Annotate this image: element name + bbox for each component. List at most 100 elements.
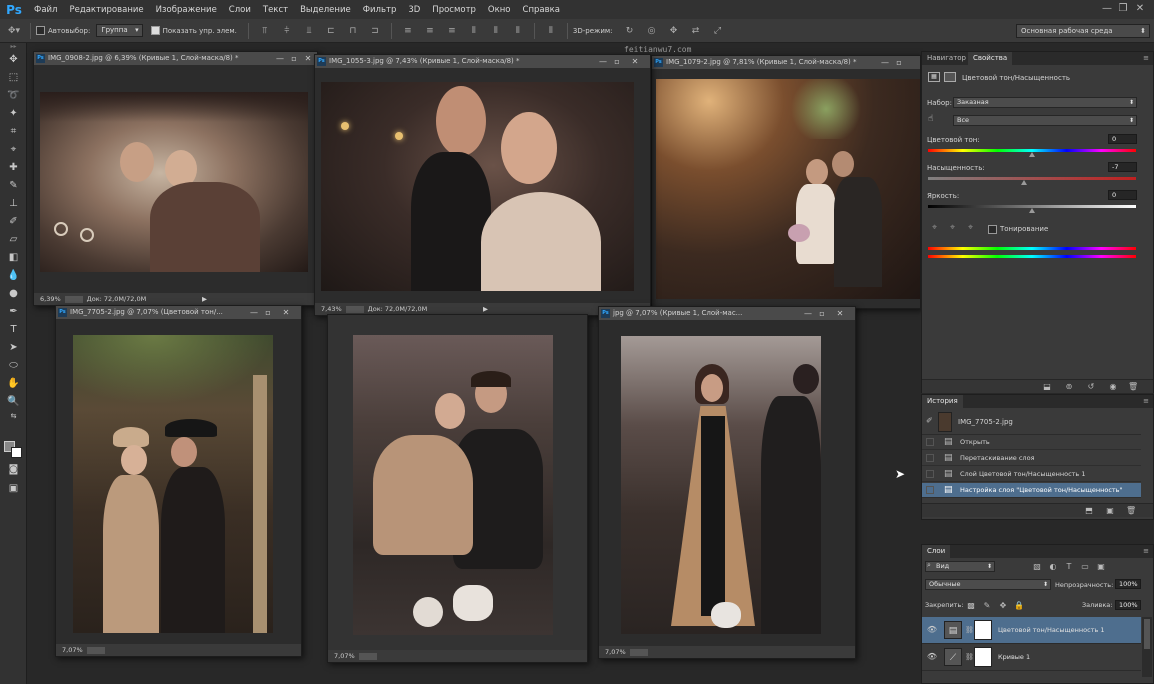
layer-name[interactable]: Кривые 1 [998,653,1030,661]
align-top-icon[interactable]: ⫪ [257,24,273,38]
fill-input[interactable]: 100% [1115,600,1141,610]
canvas[interactable] [315,68,650,303]
close-icon[interactable]: ✕ [628,55,642,68]
view-previous-icon[interactable]: ⊚ [1064,382,1074,391]
document-window[interactable]: Ps IMG_1079-2.jpg @ 7,81% (Кривые 1, Слой… [651,55,921,309]
hue-slider-thumb[interactable] [1029,152,1035,157]
eye-icon[interactable]: 👁 [926,652,938,662]
tab-navigator[interactable]: Навигатор [922,52,971,65]
show-controls-checkbox[interactable] [150,26,160,35]
dodge-tool-icon[interactable]: ● [0,285,27,303]
distribute-center-icon[interactable]: ⦀ [488,24,504,38]
lock-pixels-icon[interactable]: ✎ [982,601,992,610]
maximize-icon[interactable]: ▫ [815,307,829,320]
menu-view[interactable]: Просмотр [426,5,482,15]
hue-input[interactable]: 0 [1108,134,1137,144]
lasso-tool-icon[interactable]: ➰ [0,87,27,105]
menu-edit[interactable]: Редактирование [63,5,149,15]
eyedropper-icon[interactable]: ⌖ [932,223,937,233]
move-tool-icon[interactable]: ✥▾ [6,24,22,38]
document-window[interactable]: Ps IMG_7705-2.jpg @ 7,07% (Цветовой тон/.… [55,305,302,657]
grip-icon[interactable]: ▸▸ [0,43,27,51]
restore-icon[interactable]: ❐ [1116,2,1130,16]
menu-window[interactable]: Окно [482,5,517,15]
maximize-icon[interactable]: ▫ [287,52,301,65]
minimize-icon[interactable]: — [596,55,610,68]
link-icon[interactable]: ⛓ [965,626,974,634]
minimize-icon[interactable]: — [273,52,287,65]
minimize-icon[interactable]: — [878,56,892,69]
colorize-checkbox[interactable] [988,225,997,234]
maximize-icon[interactable]: ▫ [892,56,906,69]
trash-icon[interactable]: 🗑 [1128,382,1138,391]
menu-file[interactable]: Файл [28,5,63,15]
history-brush-tool-icon[interactable]: ✐ [0,213,27,231]
doc-info-icon[interactable] [345,305,364,313]
tab-properties[interactable]: Свойства [968,52,1013,65]
targeted-adjustment-icon[interactable]: ☝ [928,114,933,124]
filter-type-icon[interactable]: T [1064,562,1074,571]
distribute-bottom-icon[interactable]: ≡ [444,24,460,38]
autoselect-select[interactable]: Группа [96,24,143,37]
pen-tool-icon[interactable]: ✒ [0,303,27,321]
type-tool-icon[interactable]: T [0,321,27,339]
distribute-middle-icon[interactable]: ≡ [422,24,438,38]
zoom-tool-icon[interactable]: 🔍 [0,393,27,411]
menu-filter[interactable]: Фильтр [357,5,403,15]
document-window[interactable]: Ps jpg @ 7,07% (Кривые 1, Слой-мас... — ▫… [598,306,856,659]
canvas[interactable] [56,319,301,644]
background-color-swatch[interactable] [11,447,22,458]
eye-icon[interactable]: 👁 [926,625,938,635]
new-snapshot-icon[interactable]: ▣ [1105,506,1115,515]
doc-info-icon[interactable] [86,646,105,654]
history-brush-icon[interactable]: ✐ [926,416,933,425]
auto-align-icon[interactable]: ⫴ [543,24,559,38]
layer-mask-thumbnail[interactable] [974,647,992,667]
maximize-icon[interactable]: ▫ [261,306,275,319]
menu-select[interactable]: Выделение [294,5,357,15]
move-tool-icon[interactable]: ✥ [0,51,27,69]
lightness-slider-thumb[interactable] [1029,208,1035,213]
menu-image[interactable]: Изображение [150,5,223,15]
tab-layers[interactable]: Слои [922,545,951,558]
history-item-selected[interactable]: ▤ Настройка слоя "Цветовой тон/Насыщеннос… [922,483,1141,498]
menu-text[interactable]: Текст [257,5,294,15]
eyedropper-minus-icon[interactable]: ⌖ [968,223,973,233]
layer-name[interactable]: Цветовой тон/Насыщенность 1 [998,626,1105,634]
align-left-icon[interactable]: ⊏ [323,24,339,38]
eyedropper-tool-icon[interactable]: ⌖ [0,141,27,159]
layers-scrollbar[interactable] [1142,617,1152,677]
marquee-tool-icon[interactable]: ⬚ [0,69,27,87]
layer-row[interactable]: 👁 ⟋ ⛓ Кривые 1 [922,644,1141,671]
crop-tool-icon[interactable]: ⌗ [0,123,27,141]
distribute-top-icon[interactable]: ≡ [400,24,416,38]
align-center-icon[interactable]: ⊓ [345,24,361,38]
document-window[interactable]: Ps IMG_1055-3.jpg @ 7,43% (Кривые 1, Слой… [314,54,651,316]
zoom-level[interactable]: 7,07% [62,646,83,654]
clone-stamp-tool-icon[interactable]: ⊥ [0,195,27,213]
trash-icon[interactable]: 🗑 [1126,506,1136,515]
history-item[interactable]: ▤ Открыть [922,435,1141,450]
doc-info-icon[interactable] [358,652,377,660]
roll-3d-icon[interactable]: ◎ [644,24,660,38]
zoom-level[interactable]: 7,43% [321,305,342,313]
canvas[interactable] [599,320,855,646]
blend-mode-select[interactable]: Обычные [925,579,1051,590]
filter-shape-icon[interactable]: ▭ [1080,562,1090,571]
brush-tool-icon[interactable]: ✎ [0,177,27,195]
saturation-input[interactable]: -7 [1108,162,1137,172]
layer-filter-select[interactable]: Вид [925,561,995,572]
close-icon[interactable]: ✕ [301,52,315,65]
close-icon[interactable]: ✕ [833,307,847,320]
scale-3d-icon[interactable]: ⤢ [710,24,726,38]
arrow-right-icon[interactable]: ▶ [202,293,207,305]
close-icon[interactable]: ✕ [1133,2,1147,16]
preset-select[interactable]: Заказная [953,97,1137,108]
rotate-3d-icon[interactable]: ↻ [622,24,638,38]
visibility-icon[interactable]: ◉ [1108,382,1118,391]
filter-smart-object-icon[interactable]: ▣ [1096,562,1106,571]
workspace-select[interactable]: Основная рабочая среда [1016,24,1150,38]
doc-info-icon[interactable] [64,295,83,303]
channel-select[interactable]: Все [953,115,1137,126]
magic-wand-tool-icon[interactable]: ✦ [0,105,27,123]
